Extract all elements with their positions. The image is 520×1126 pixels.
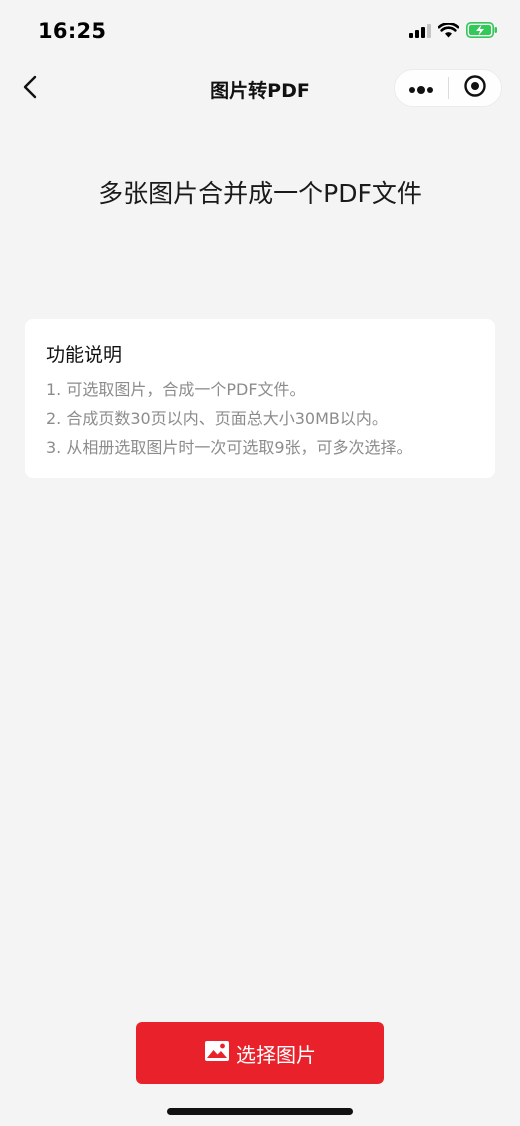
info-card: 功能说明 1. 可选取图片，合成一个PDF文件。 2. 合成页数30页以内、页面…: [25, 319, 495, 478]
info-title: 功能说明: [46, 344, 123, 366]
info-line: 3. 从相册选取图片时一次可选取9张，可多次选择。: [46, 438, 413, 457]
select-images-button[interactable]: 选择图片: [136, 1022, 384, 1084]
home-indicator[interactable]: [167, 1108, 353, 1115]
target-circle-icon: [463, 74, 487, 102]
mini-program-capsule: [394, 69, 502, 107]
select-images-label: 选择图片: [236, 1042, 316, 1067]
more-button[interactable]: [395, 70, 448, 106]
status-bar: 16:25: [0, 0, 520, 64]
info-line: 1. 可选取图片，合成一个PDF文件。: [46, 380, 306, 399]
image-icon: [204, 1040, 230, 1066]
info-line: 2. 合成页数30页以内、页面总大小30MB以内。: [46, 409, 388, 428]
signal-icon: [409, 23, 431, 42]
nav-bar: 图片转PDF: [0, 64, 520, 114]
headline: 多张图片合并成一个PDF文件: [98, 179, 422, 208]
wifi-icon: [437, 21, 460, 42]
status-time: 16:25: [38, 19, 107, 43]
battery-icon: [466, 22, 498, 42]
close-miniprogram-button[interactable]: [449, 70, 502, 106]
more-dots-icon: [408, 79, 434, 98]
status-icons: [409, 21, 498, 42]
